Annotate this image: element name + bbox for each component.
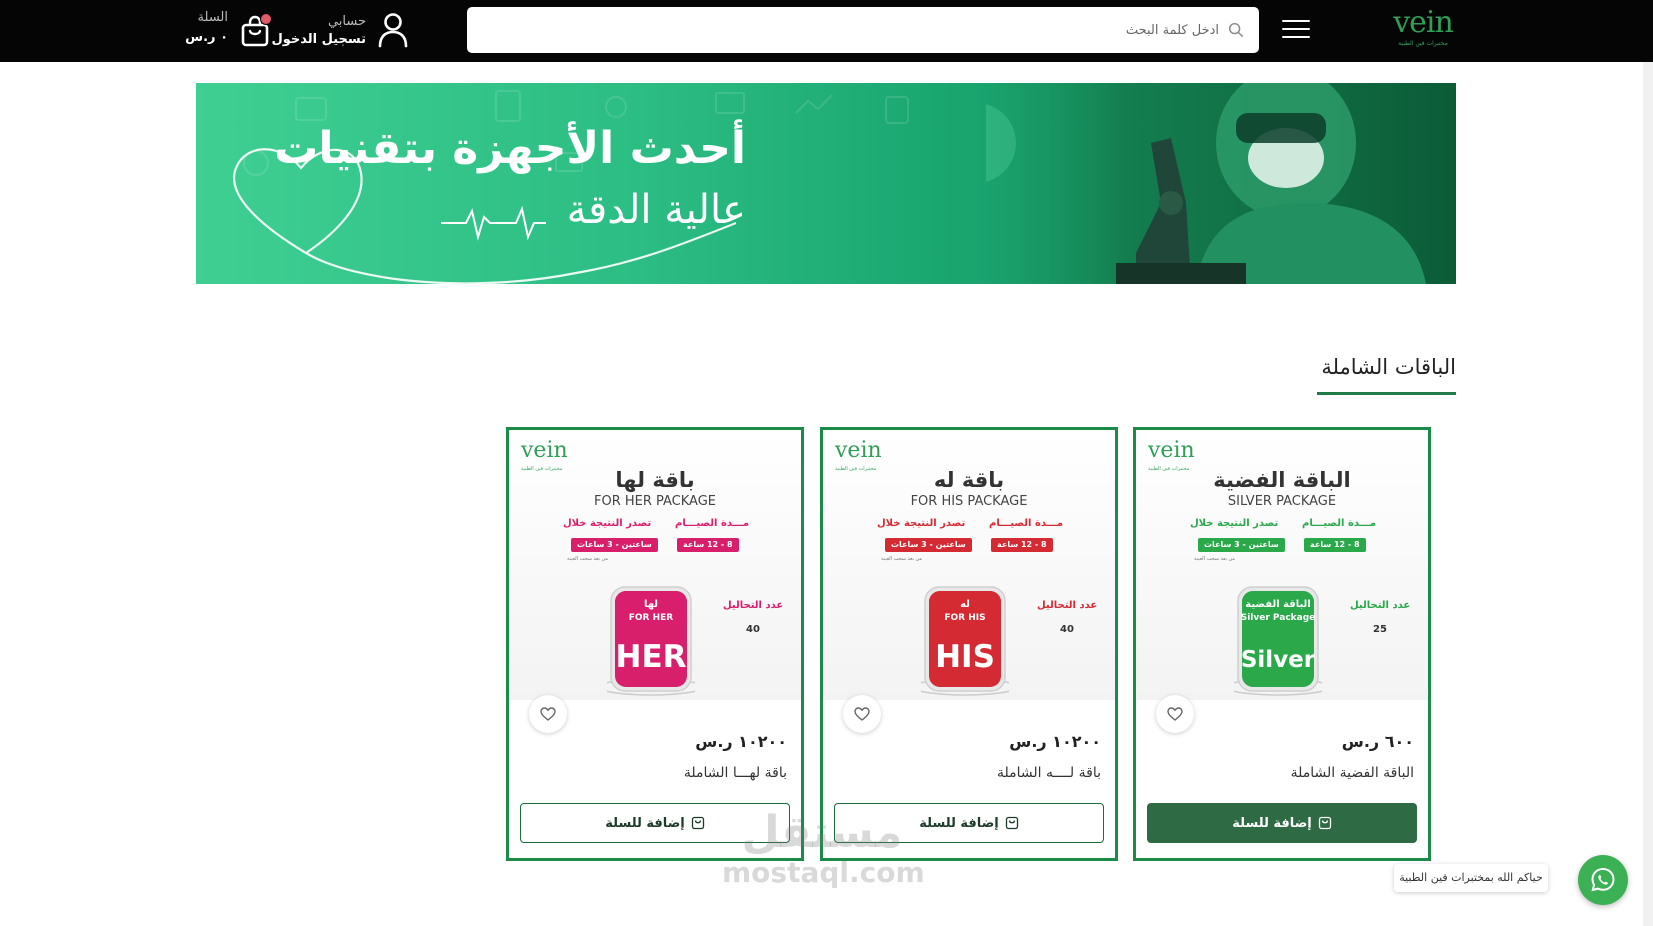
thumb-title-ar: باقة لها bbox=[615, 468, 695, 492]
thumb-logo: vein bbox=[521, 438, 568, 463]
fasting-label: مـــدة الصيـــام bbox=[675, 518, 750, 529]
result-value: ساعتين - 3 ساعات bbox=[1198, 538, 1285, 552]
favorite-button[interactable] bbox=[529, 695, 567, 733]
add-to-cart-label: إضافة للسلة bbox=[919, 815, 999, 831]
result-note: من بعد سحب العينة bbox=[1194, 556, 1236, 562]
cart[interactable]: السلة ٠ ر.س bbox=[185, 8, 280, 52]
search-bar bbox=[467, 7, 1259, 53]
favorite-button[interactable] bbox=[1156, 695, 1194, 733]
product-image[interactable]: vein مختبرات فين الطبية باقة له FOR HIS … bbox=[823, 430, 1115, 700]
hero-banner[interactable]: أحدث الأجهزة بتقنيات عالية الدقة bbox=[196, 83, 1456, 284]
package-jar-illustration: الباقة الفضية Silver Package Silver bbox=[1234, 586, 1322, 696]
logo-subtitle: مختبرات فين الطبية bbox=[1398, 40, 1448, 47]
jar-label-en: FOR HER bbox=[629, 613, 674, 623]
jar-label-ar: له bbox=[960, 599, 970, 610]
heart-icon bbox=[540, 707, 556, 721]
thumb-title-en: SILVER PACKAGE bbox=[1227, 494, 1337, 509]
result-value: ساعتين - 3 ساعات bbox=[571, 538, 658, 552]
product-price: ٦٠٠ ر.س bbox=[1341, 732, 1414, 751]
test-count-label: عدد التحاليل bbox=[1350, 600, 1411, 611]
thumb-logo: vein bbox=[1148, 438, 1195, 463]
whatsapp-button[interactable] bbox=[1578, 855, 1628, 905]
account-login[interactable]: حسابي تسجيل الدخول bbox=[271, 12, 408, 52]
favorite-button[interactable] bbox=[843, 695, 881, 733]
product-image[interactable]: vein مختبرات فين الطبية الباقة الفضية SI… bbox=[1136, 430, 1428, 700]
section-title: الباقات الشاملة bbox=[1321, 355, 1456, 379]
cart-add-icon bbox=[691, 816, 704, 830]
jar-label-en: Silver Package bbox=[1241, 613, 1316, 623]
test-count: 25 bbox=[1373, 624, 1387, 635]
test-count: 40 bbox=[1060, 624, 1074, 635]
result-note: من بعد سحب العينة bbox=[881, 556, 923, 562]
logo-wordmark: vein bbox=[1393, 5, 1454, 40]
thumb-title-ar: الباقة الفضية bbox=[1213, 468, 1351, 492]
watermark-arabic: مستقل bbox=[741, 807, 903, 858]
page-scrollbar[interactable] bbox=[1643, 62, 1653, 926]
fasting-label: مـــدة الصيـــام bbox=[989, 518, 1064, 529]
account-label: حسابي bbox=[327, 14, 366, 29]
result-label: تصدر النتيجة خلال bbox=[1190, 518, 1279, 529]
add-to-cart-button[interactable]: إضافة للسلة bbox=[1147, 803, 1417, 843]
product-card[interactable]: vein مختبرات فين الطبية باقة له FOR HIS … bbox=[820, 427, 1118, 861]
product-card[interactable]: vein مختبرات فين الطبية الباقة الفضية SI… bbox=[1133, 427, 1431, 861]
scientist-microscope-image bbox=[986, 83, 1456, 284]
thumb-title-en: FOR HER PACKAGE bbox=[593, 494, 717, 509]
fasting-value: 8 - 12 ساعة bbox=[677, 538, 739, 552]
result-note: من بعد سحب العينة bbox=[567, 556, 609, 562]
banner-headline: أحدث الأجهزة بتقنيات bbox=[274, 123, 746, 174]
product-name[interactable]: باقة لهـــا الشاملة bbox=[684, 765, 787, 781]
watermark-domain: mostaql.com bbox=[722, 856, 925, 889]
product-name[interactable]: باقة لــــه الشاملة bbox=[997, 765, 1101, 781]
package-jar-illustration: له FOR HIS HIS bbox=[921, 586, 1009, 696]
menu-icon[interactable] bbox=[1282, 20, 1310, 40]
add-to-cart-label: إضافة للسلة bbox=[1232, 815, 1312, 831]
add-to-cart-label: إضافة للسلة bbox=[605, 815, 685, 831]
jar-label-ar: لها bbox=[644, 599, 658, 610]
user-icon bbox=[378, 13, 408, 48]
whatsapp-greeting[interactable]: حياكم الله بمختبرات فين الطبية bbox=[1394, 864, 1548, 892]
search-icon[interactable] bbox=[1227, 21, 1245, 39]
heart-icon bbox=[1167, 707, 1183, 721]
thumb-title-ar: باقة له bbox=[933, 468, 1005, 492]
cart-add-icon bbox=[1318, 816, 1331, 830]
test-count-label: عدد التحاليل bbox=[1037, 600, 1098, 611]
banner-subline: عالية الدقة bbox=[566, 187, 746, 233]
cart-add-icon bbox=[1005, 816, 1018, 830]
fasting-label: مـــدة الصيـــام bbox=[1302, 518, 1377, 529]
mostaql-watermark: مستقل mostaql.com bbox=[722, 807, 925, 908]
jar-label-en: FOR HIS bbox=[944, 613, 985, 623]
test-count-label: عدد التحاليل bbox=[723, 600, 784, 611]
fasting-value: 8 - 12 ساعة bbox=[991, 538, 1053, 552]
product-price: ١٠٢٠٠ ر.س bbox=[1009, 732, 1101, 751]
package-jar-illustration: لها FOR HER HER bbox=[607, 586, 695, 696]
jar-big-label: HER bbox=[616, 639, 687, 675]
result-value: ساعتين - 3 ساعات bbox=[885, 538, 972, 552]
jar-big-label: Silver bbox=[1241, 647, 1316, 673]
result-label: تصدر النتيجة خلال bbox=[563, 518, 652, 529]
jar-label-ar: الباقة الفضية bbox=[1245, 599, 1311, 610]
top-header: vein مختبرات فين الطبية حسابي تسجيل الدخ… bbox=[0, 0, 1653, 62]
whatsapp-icon bbox=[1591, 867, 1615, 892]
thumb-title-en: FOR HIS PACKAGE bbox=[910, 494, 1028, 509]
product-image[interactable]: vein مختبرات فين الطبية باقة لها FOR HER… bbox=[509, 430, 801, 700]
product-card[interactable]: vein مختبرات فين الطبية باقة لها FOR HER… bbox=[506, 427, 804, 861]
search-input[interactable] bbox=[499, 7, 1219, 53]
result-label: تصدر النتيجة خلال bbox=[877, 518, 966, 529]
site-logo[interactable]: vein مختبرات فين الطبية bbox=[1390, 6, 1456, 56]
cart-total: ٠ ر.س bbox=[185, 30, 228, 45]
product-name[interactable]: الباقة الفضية الشاملة bbox=[1291, 765, 1414, 781]
thumb-logo: vein bbox=[835, 438, 882, 463]
jar-big-label: HIS bbox=[935, 639, 995, 675]
product-price: ١٠٢٠٠ ر.س bbox=[695, 732, 787, 751]
test-count: 40 bbox=[746, 624, 760, 635]
section-title-underline bbox=[1317, 392, 1456, 395]
fasting-value: 8 - 12 ساعة bbox=[1304, 538, 1366, 552]
cart-label: السلة bbox=[197, 10, 228, 25]
login-label: تسجيل الدخول bbox=[271, 32, 366, 47]
cart-badge bbox=[260, 13, 272, 25]
heart-icon bbox=[854, 707, 870, 721]
